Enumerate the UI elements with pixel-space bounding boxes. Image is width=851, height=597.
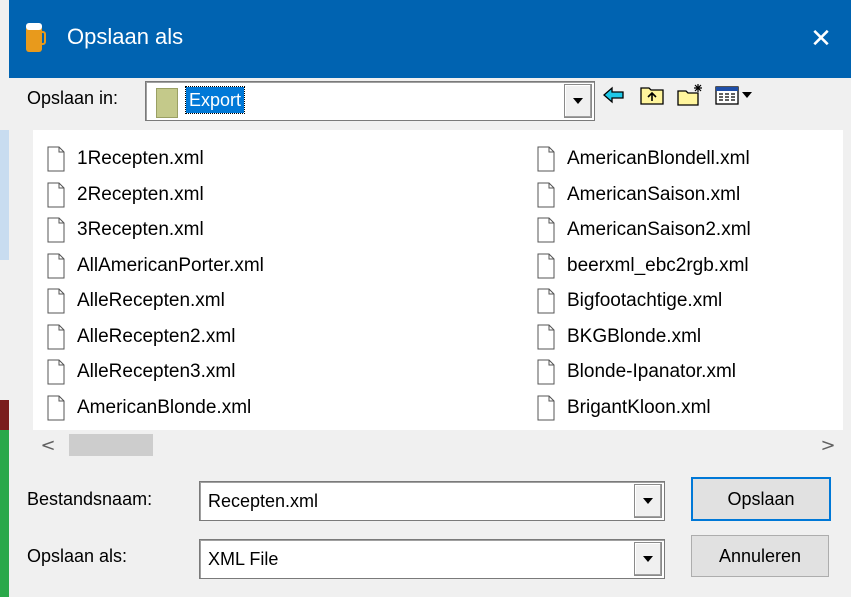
file-icon: [47, 324, 77, 350]
up-one-level-button[interactable]: [635, 78, 669, 112]
file-name: AlleRecepten2.xml: [77, 325, 236, 347]
file-icon: [537, 253, 567, 279]
file-icon: [47, 359, 77, 385]
file-item[interactable]: AmericanBlonde.xml: [47, 391, 251, 425]
current-folder: Export: [184, 86, 246, 114]
scroll-thumb[interactable]: [69, 434, 153, 456]
filename-input[interactable]: Recepten.xml: [208, 491, 318, 512]
folder-icon: [156, 88, 178, 118]
file-name: 3Recepten.xml: [77, 219, 204, 240]
file-icon: [47, 253, 77, 279]
file-item[interactable]: Blonde-Ipanator.xml: [537, 355, 736, 389]
view-menu-button[interactable]: [711, 78, 757, 112]
file-icon: [537, 182, 567, 208]
file-name: 2Recepten.xml: [77, 183, 204, 205]
file-item[interactable]: 2Recepten.xml: [47, 178, 204, 212]
file-item[interactable]: AlleRecepten3.xml: [47, 355, 235, 389]
scroll-right-button[interactable]: >: [813, 430, 843, 460]
file-item[interactable]: AllAmericanPorter.xml: [47, 249, 264, 283]
file-item[interactable]: AmericanSaison.xml: [537, 178, 740, 212]
file-name: AmericanSaison.xml: [567, 183, 741, 205]
file-icon: [537, 359, 567, 385]
save-as-dialog: Opslaan als ✕ Opslaan in: Export 1Recept…: [9, 0, 851, 597]
title-bar: Opslaan als ✕: [9, 0, 851, 78]
file-list[interactable]: 1Recepten.xml 2Recepten.xml 3Recepten.xml A…: [33, 130, 843, 430]
file-icon: [47, 182, 77, 208]
view-menu-icon: [715, 86, 752, 105]
file-name: beerxml_ebc2rgb.xml: [567, 254, 749, 276]
filetype-dropdown-button[interactable]: [634, 542, 662, 576]
filetype-combobox[interactable]: XML File: [199, 539, 665, 579]
file-icon: [47, 146, 77, 172]
file-name: AmericanSaison2.xml: [567, 219, 751, 240]
filename-combobox[interactable]: Recepten.xml: [199, 481, 665, 521]
file-item[interactable]: AmericanSaison2.xml: [537, 213, 751, 247]
chevron-down-icon: [643, 556, 653, 562]
file-name: AmericanBlondell.xml: [567, 148, 750, 169]
file-item[interactable]: Bigfootachtige.xml: [537, 284, 722, 318]
horizontal-scrollbar[interactable]: < >: [33, 430, 843, 460]
file-name: BKGBlonde.xml: [567, 325, 702, 347]
file-icon: [47, 288, 77, 314]
window-title: Opslaan als: [67, 24, 184, 49]
filename-label: Bestandsnaam:: [27, 489, 153, 509]
chevron-down-icon: [643, 498, 653, 504]
filetype-label: Opslaan als:: [27, 546, 128, 566]
close-button[interactable]: ✕: [791, 0, 851, 78]
file-name: BrigantKloon.xml: [567, 396, 711, 418]
file-item[interactable]: AmericanBlondell.xml: [537, 142, 750, 176]
file-item[interactable]: 1Recepten.xml: [47, 142, 204, 176]
chevron-down-icon: [573, 98, 583, 104]
filetype-value: XML File: [208, 549, 279, 569]
file-icon: [537, 395, 567, 421]
file-name: AlleRecepten.xml: [77, 290, 225, 311]
back-arrow-icon: [603, 86, 624, 104]
scroll-left-button[interactable]: <: [33, 430, 63, 460]
new-folder-icon: [677, 84, 702, 106]
beer-glass-icon: [23, 20, 47, 56]
file-name: AlleRecepten3.xml: [77, 361, 236, 382]
filename-dropdown-button[interactable]: [634, 484, 662, 518]
file-icon: [537, 288, 567, 314]
file-icon: [537, 146, 567, 172]
file-item[interactable]: AlleRecepten.xml: [47, 284, 225, 318]
file-name: AllAmericanPorter.xml: [77, 254, 264, 276]
chevron-left-icon: <: [40, 434, 56, 456]
file-item[interactable]: BKGBlonde.xml: [537, 320, 701, 354]
location-label: Opslaan in:: [27, 88, 119, 108]
location-dropdown-button[interactable]: [564, 84, 592, 118]
file-item[interactable]: AlleRecepten2.xml: [47, 320, 235, 354]
file-name: Bigfootachtige.xml: [567, 290, 723, 311]
new-folder-button[interactable]: [673, 78, 707, 112]
file-name: AmericanBlonde.xml: [77, 396, 252, 418]
back-button[interactable]: [597, 78, 631, 112]
file-icon: [47, 395, 77, 421]
close-icon: ✕: [810, 24, 832, 54]
save-button[interactable]: Opslaan: [691, 477, 831, 521]
file-item[interactable]: beerxml_ebc2rgb.xml: [537, 249, 749, 283]
location-combobox[interactable]: Export: [145, 81, 595, 121]
chevron-right-icon: >: [820, 434, 836, 456]
desktop-edge: [0, 0, 10, 597]
file-icon: [47, 217, 77, 243]
file-icon: [537, 217, 567, 243]
file-item[interactable]: 3Recepten.xml: [47, 213, 204, 247]
up-folder-icon: [640, 87, 664, 105]
file-name: 1Recepten.xml: [77, 148, 204, 169]
file-name: Blonde-Ipanator.xml: [567, 361, 736, 382]
cancel-button[interactable]: Annuleren: [691, 535, 829, 577]
file-icon: [537, 324, 567, 350]
file-item[interactable]: BrigantKloon.xml: [537, 391, 711, 425]
